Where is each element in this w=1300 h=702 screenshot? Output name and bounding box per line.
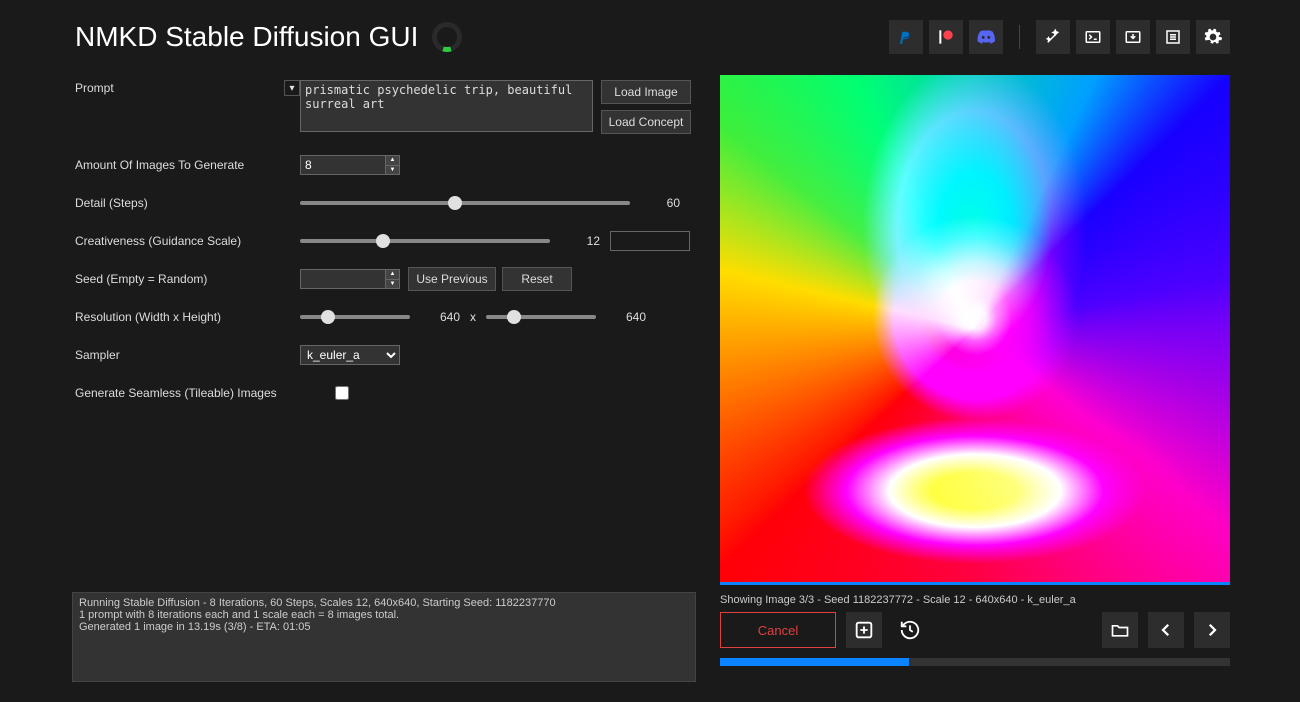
spin-down-icon[interactable]: ▼ (386, 280, 399, 289)
progress-fill (720, 658, 909, 666)
width-value: 640 (420, 310, 460, 324)
width-slider[interactable] (300, 315, 410, 319)
prompt-input[interactable]: prismatic psychedelic trip, beautiful su… (300, 80, 593, 132)
detail-slider[interactable] (300, 201, 630, 205)
download-icon[interactable] (1116, 20, 1150, 54)
creative-extra-input[interactable] (610, 231, 690, 251)
next-image-icon[interactable] (1194, 612, 1230, 648)
folder-icon[interactable] (1102, 612, 1138, 648)
creative-label: Creativeness (Guidance Scale) (75, 234, 300, 248)
chevron-down-icon[interactable]: ▾ (284, 80, 300, 96)
detail-label: Detail (Steps) (75, 196, 300, 210)
cancel-button[interactable]: Cancel (720, 612, 836, 648)
list-icon[interactable] (1156, 20, 1190, 54)
magic-wand-icon[interactable] (1036, 20, 1070, 54)
seed-label: Seed (Empty = Random) (75, 272, 300, 286)
use-previous-button[interactable]: Use Previous (408, 267, 496, 291)
load-concept-button[interactable]: Load Concept (601, 110, 691, 134)
log-line: 1 prompt with 8 iterations each and 1 sc… (79, 609, 689, 621)
sampler-select[interactable]: k_euler_a (300, 345, 400, 365)
seed-input[interactable]: ▲▼ (300, 269, 400, 289)
load-image-button[interactable]: Load Image (601, 80, 691, 104)
height-value: 640 (606, 310, 646, 324)
amount-label: Amount Of Images To Generate (75, 158, 300, 172)
preview-image[interactable] (720, 75, 1230, 585)
creative-value: 12 (560, 234, 600, 248)
progress-bar (720, 658, 1230, 666)
patreon-icon[interactable] (929, 20, 963, 54)
discord-icon[interactable] (969, 20, 1003, 54)
creative-slider[interactable] (300, 239, 550, 243)
spin-up-icon[interactable]: ▲ (386, 156, 399, 166)
prev-image-icon[interactable] (1148, 612, 1184, 648)
logo-icon (432, 22, 462, 52)
paypal-icon[interactable] (889, 20, 923, 54)
seamless-label: Generate Seamless (Tileable) Images (75, 386, 335, 400)
sampler-label: Sampler (75, 348, 300, 362)
terminal-icon[interactable] (1076, 20, 1110, 54)
history-icon[interactable] (892, 612, 928, 648)
separator (1019, 25, 1020, 49)
log-line: Running Stable Diffusion - 8 Iterations,… (79, 597, 689, 609)
reset-seed-button[interactable]: Reset (502, 267, 572, 291)
log-output[interactable]: Running Stable Diffusion - 8 Iterations,… (72, 592, 696, 682)
height-slider[interactable] (486, 315, 596, 319)
add-to-queue-icon[interactable] (846, 612, 882, 648)
resolution-label: Resolution (Width x Height) (75, 310, 300, 324)
prompt-label: Prompt (75, 81, 114, 95)
app-title: NMKD Stable Diffusion GUI (75, 21, 462, 53)
settings-icon[interactable] (1196, 20, 1230, 54)
spin-down-icon[interactable]: ▼ (386, 166, 399, 175)
x-separator: x (470, 310, 476, 324)
image-info: Showing Image 3/3 - Seed 1182237772 - Sc… (720, 594, 1076, 606)
amount-input[interactable]: 8 ▲▼ (300, 155, 400, 175)
seamless-checkbox[interactable] (335, 386, 349, 400)
detail-value: 60 (640, 196, 680, 210)
spin-up-icon[interactable]: ▲ (386, 270, 399, 280)
log-line: Generated 1 image in 13.19s (3/8) - ETA:… (79, 621, 689, 633)
